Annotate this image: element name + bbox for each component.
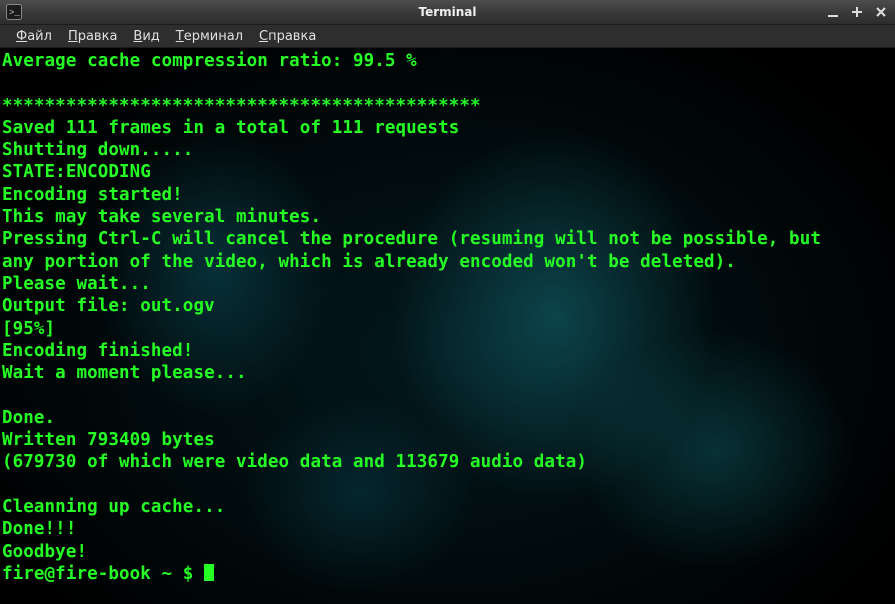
terminal-output: Average cache compression ratio: 99.5 % … <box>0 48 895 587</box>
terminal-app-icon: >_ <box>6 4 22 20</box>
menu-item-1[interactable]: Правка <box>60 27 125 46</box>
window-title: Terminal <box>0 5 895 19</box>
cursor <box>204 564 214 581</box>
prompt: fire@fire-book ~ $ <box>2 564 204 584</box>
close-button[interactable] <box>873 4 889 20</box>
menu-item-2[interactable]: Вид <box>125 27 167 46</box>
menu-item-3[interactable]: Терминал <box>168 27 251 46</box>
titlebar: >_ Terminal <box>0 0 895 25</box>
svg-text:>_: >_ <box>9 8 20 18</box>
terminal[interactable]: Average cache compression ratio: 99.5 % … <box>0 48 895 604</box>
minimize-button[interactable] <box>825 4 841 20</box>
menubar: ФайлПравкаВидТерминалСправка <box>0 25 895 48</box>
window-controls <box>825 4 889 20</box>
menu-item-0[interactable]: Файл <box>8 27 60 46</box>
menu-item-4[interactable]: Справка <box>251 27 324 46</box>
maximize-button[interactable] <box>849 4 865 20</box>
